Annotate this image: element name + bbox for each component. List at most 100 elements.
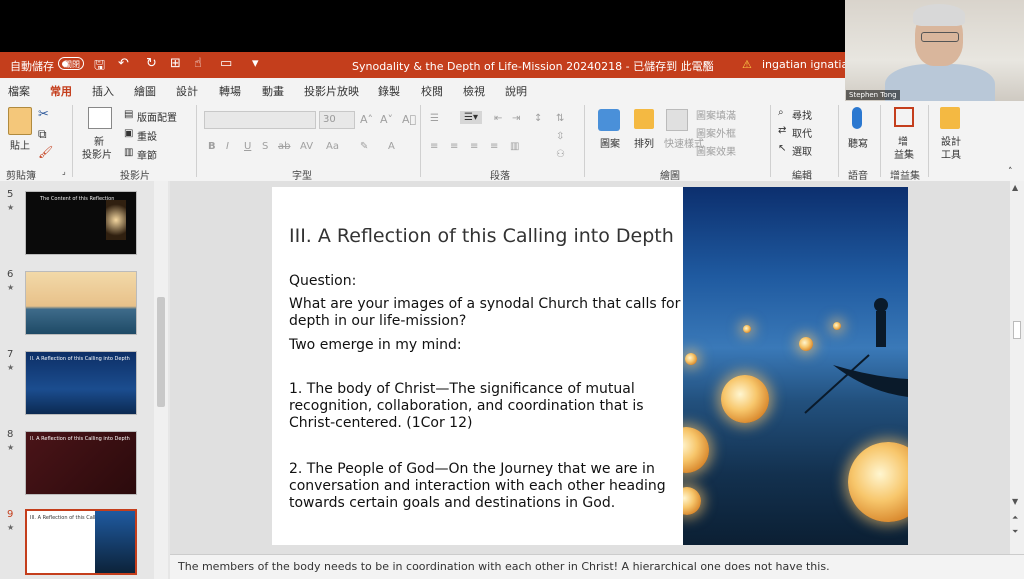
customize-qat-icon[interactable]: ▾ <box>252 56 259 71</box>
paste-button[interactable]: 貼上 <box>10 137 30 152</box>
boatman-moons-image[interactable] <box>683 187 908 545</box>
scrollbar-thumb[interactable] <box>1013 321 1021 339</box>
autosave-toggle[interactable]: 關閉 <box>58 57 84 70</box>
new-slide-icon[interactable]: ▭ <box>220 56 232 71</box>
two-emerge-text: Two emerge in my mind: <box>289 337 462 353</box>
slide-thumbnail-9[interactable]: III. A Reflection of this Calling into D… <box>25 509 137 575</box>
change-case-icon[interactable]: Aa <box>326 141 339 152</box>
shape-effects-button[interactable]: 圖案效果 <box>696 143 736 158</box>
slide-thumbnail-5[interactable]: The Content of this Reflection <box>25 191 137 255</box>
slide-number: 6 <box>7 269 14 280</box>
new-slide-button-line2[interactable]: 投影片 <box>82 146 112 161</box>
arrange-icon[interactable] <box>634 109 654 129</box>
addins-icon[interactable] <box>894 107 914 127</box>
undo-icon[interactable]: ↶ <box>118 56 129 71</box>
current-slide[interactable]: III. A Reflection of this Calling into D… <box>272 187 908 545</box>
slide-thumbnail-panel: 5 ★ The Content of this Reflection 6 ★ 7… <box>0 181 170 579</box>
transition-star-icon: ★ <box>7 363 15 372</box>
arrange-button[interactable]: 排列 <box>634 135 654 150</box>
tab-insert[interactable]: 插入 <box>92 83 114 99</box>
underline-icon[interactable]: U <box>244 141 251 152</box>
scrollbar-thumb[interactable] <box>157 297 165 407</box>
designer-icon[interactable] <box>940 107 960 129</box>
layout-button[interactable]: 版面配置 <box>137 109 177 124</box>
shapes-icon[interactable] <box>598 109 620 131</box>
clear-format-icon[interactable]: A⃠ <box>402 113 416 126</box>
collapse-ribbon-icon[interactable]: ˄ <box>1008 167 1013 177</box>
smartart-icon[interactable]: ⚇ <box>556 149 565 160</box>
quick-styles-icon[interactable] <box>666 109 688 131</box>
increase-indent-icon[interactable]: ⇥ <box>512 113 520 124</box>
bullets-icon[interactable]: ☰ <box>430 113 439 124</box>
tab-view[interactable]: 檢視 <box>463 83 485 99</box>
line-spacing-icon[interactable]: ↕ <box>534 113 542 124</box>
shape-fill-button[interactable]: 圖案填滿 <box>696 107 736 122</box>
grow-font-icon[interactable]: A˄ <box>360 113 373 126</box>
tab-animations[interactable]: 動畫 <box>262 83 284 99</box>
present-icon[interactable]: ⊞ <box>170 56 181 71</box>
dictate-button[interactable]: 聽寫 <box>848 135 868 150</box>
new-slide-icon[interactable] <box>88 107 112 129</box>
tab-transitions[interactable]: 轉場 <box>219 83 241 99</box>
shape-outline-button[interactable]: 圖案外框 <box>696 125 736 140</box>
tab-help[interactable]: 說明 <box>505 83 527 99</box>
shrink-font-icon[interactable]: A˅ <box>380 113 393 126</box>
align-center-icon[interactable]: ≡ <box>450 141 458 152</box>
align-text-icon[interactable]: ⇳ <box>556 131 564 142</box>
paste-icon[interactable] <box>8 107 32 135</box>
designer-button-line2[interactable]: 工具 <box>941 146 961 161</box>
notes-text[interactable]: The members of the body needs to be in c… <box>178 560 830 573</box>
next-slide-icon[interactable]: ⏷ <box>1012 527 1018 537</box>
align-left-icon[interactable]: ≡ <box>430 141 438 152</box>
slide-thumbnail-8[interactable]: II. A Reflection of this Calling into De… <box>25 431 137 495</box>
tab-design[interactable]: 設計 <box>176 83 198 99</box>
font-color-icon[interactable]: A <box>388 141 395 152</box>
editor-scrollbar[interactable]: ▲ ▼ ⏶ ⏷ <box>1010 181 1024 554</box>
columns-icon[interactable]: ▥ <box>510 141 519 152</box>
shapes-button[interactable]: 圖案 <box>600 135 620 150</box>
scroll-down-icon[interactable]: ▼ <box>1012 497 1018 506</box>
reset-button[interactable]: 重設 <box>137 128 157 143</box>
strikethrough-icon[interactable]: ab <box>278 141 290 152</box>
user-name[interactable]: ingatian ignatian <box>762 58 855 71</box>
justify-icon[interactable]: ≡ <box>490 141 498 152</box>
tab-file[interactable]: 檔案 <box>8 83 30 99</box>
slide-title[interactable]: III. A Reflection of this Calling into D… <box>289 225 674 247</box>
italic-icon[interactable]: I <box>226 141 229 152</box>
format-painter-icon[interactable]: 🖌 <box>38 145 53 159</box>
font-name-input[interactable] <box>204 111 316 129</box>
redo-icon[interactable]: ↻ <box>146 56 157 71</box>
tab-slideshow[interactable]: 投影片放映 <box>304 83 359 99</box>
highlight-icon[interactable]: ✎ <box>360 141 368 152</box>
touch-mode-icon[interactable]: ☝ <box>194 56 202 71</box>
decrease-indent-icon[interactable]: ⇤ <box>494 113 502 124</box>
tab-draw[interactable]: 繪圖 <box>134 83 156 99</box>
replace-button[interactable]: 取代 <box>792 125 812 140</box>
cut-icon[interactable]: ✂ <box>38 107 49 122</box>
char-spacing-icon[interactable]: AV <box>300 141 313 152</box>
select-button[interactable]: 選取 <box>792 143 812 158</box>
numbering-icon[interactable]: ☰▾ <box>460 111 482 124</box>
thumbnail-scrollbar[interactable] <box>154 181 168 579</box>
prev-slide-icon[interactable]: ⏶ <box>1012 513 1018 523</box>
speaker-notes[interactable]: The members of the body needs to be in c… <box>170 554 1024 579</box>
find-button[interactable]: 尋找 <box>792 107 812 122</box>
shadow-icon[interactable]: S <box>262 141 268 152</box>
tab-home[interactable]: 常用 <box>50 83 72 103</box>
section-button[interactable]: 章節 <box>137 147 157 162</box>
addins-button-line2[interactable]: 益集 <box>894 146 914 161</box>
slide-thumbnail-7[interactable]: II. A Reflection of this Calling into De… <box>25 351 137 415</box>
slide-thumbnail-6[interactable] <box>25 271 137 335</box>
save-icon[interactable]: 🖫 <box>94 56 105 78</box>
microphone-icon[interactable] <box>852 107 862 129</box>
bold-icon[interactable]: B <box>208 141 216 152</box>
scroll-up-icon[interactable]: ▲ <box>1012 183 1018 192</box>
tab-record[interactable]: 錄製 <box>378 83 400 99</box>
font-size-input[interactable]: 30 <box>319 111 355 129</box>
copy-icon[interactable]: ⧉ <box>38 127 47 142</box>
text-direction-icon[interactable]: ⇅ <box>556 113 564 124</box>
align-right-icon[interactable]: ≡ <box>470 141 478 152</box>
search-icon[interactable]: ⌕ <box>703 56 710 71</box>
tab-review[interactable]: 校閱 <box>421 83 443 99</box>
clipboard-expand-icon[interactable]: ⌟ <box>62 167 66 176</box>
